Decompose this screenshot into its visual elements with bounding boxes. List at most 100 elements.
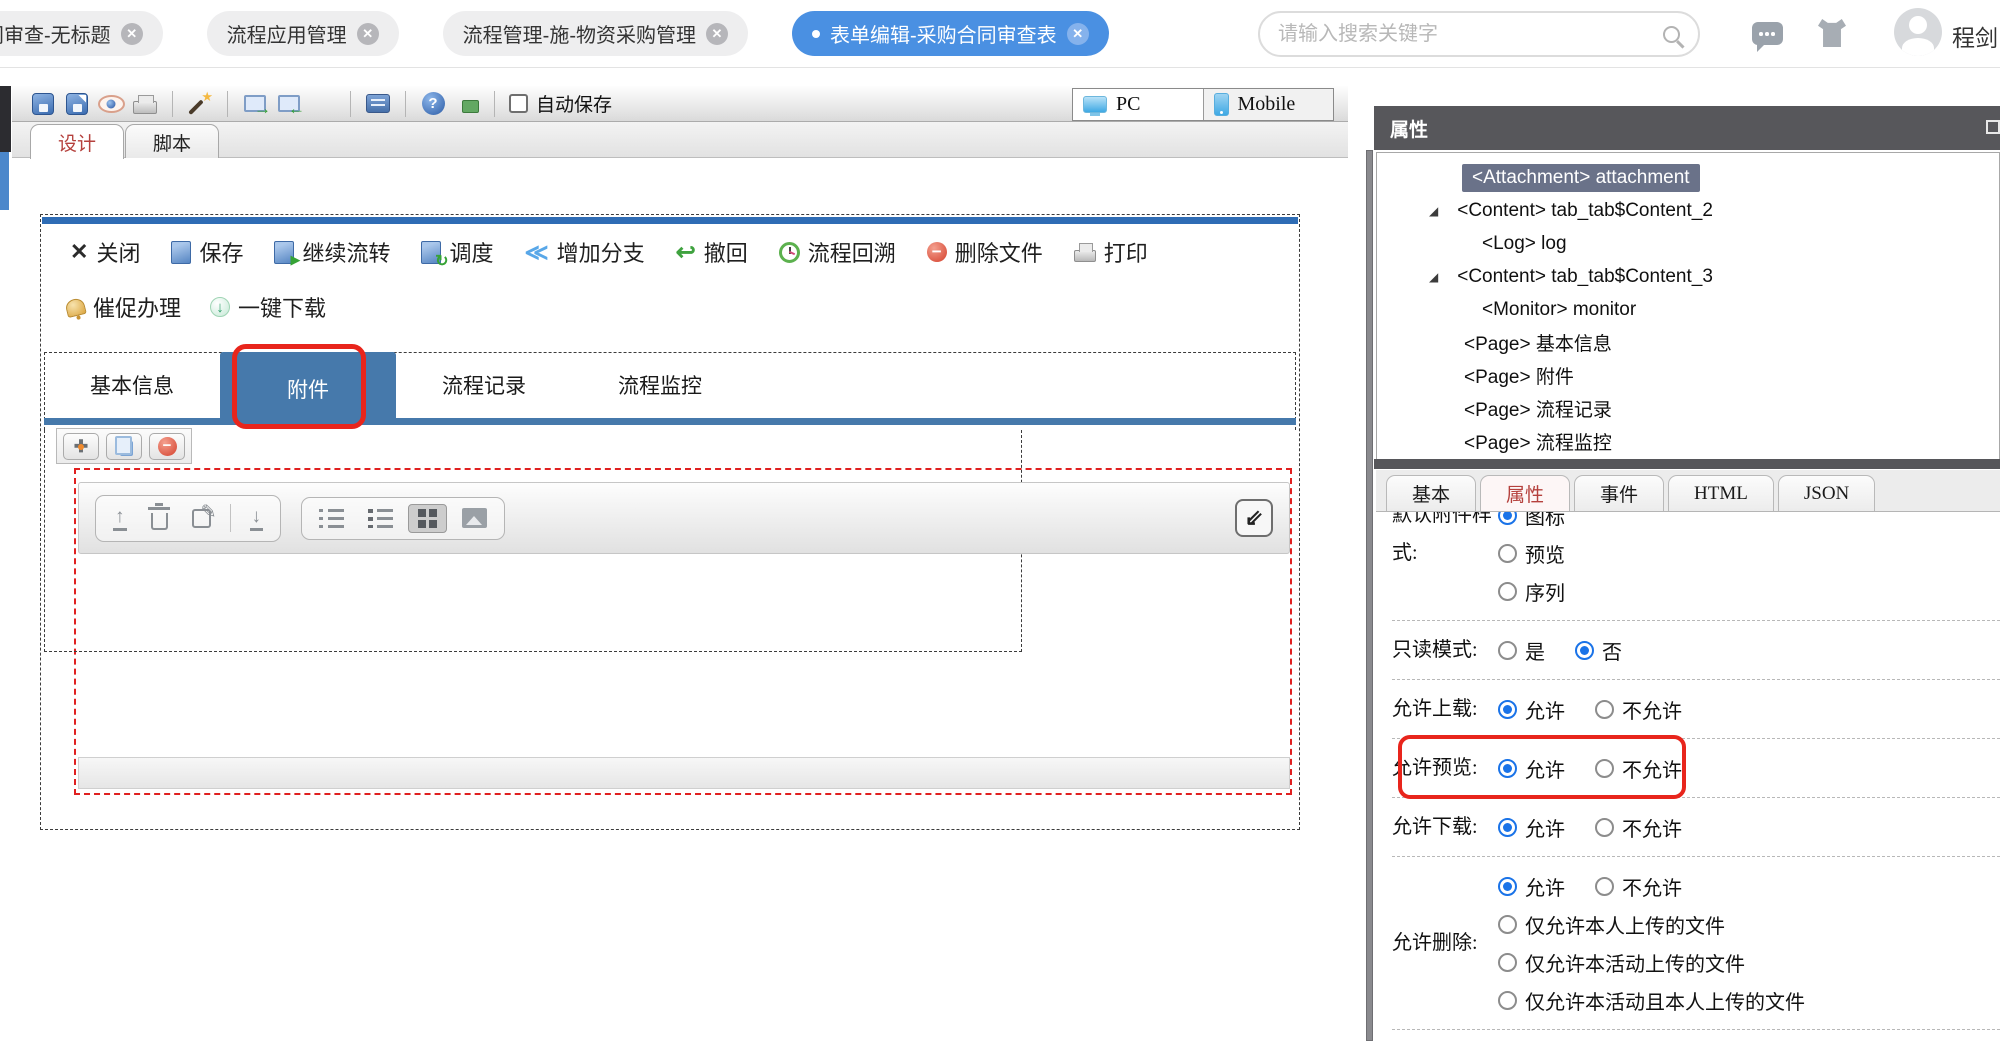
page-tab-attachment[interactable]: 附件 — [220, 352, 396, 425]
print-icon[interactable] — [128, 88, 162, 120]
action-schedule-button[interactable]: 调度 — [421, 236, 493, 268]
radio-selected[interactable] — [1498, 818, 1517, 837]
preview-eye-icon[interactable] — [94, 88, 128, 120]
tree-item[interactable]: <Page> 基本信息 — [1377, 326, 1999, 359]
tree-item[interactable]: <Page> 流程记录 — [1377, 392, 1999, 425]
prop-tab-json[interactable]: JSON — [1778, 475, 1875, 511]
close-icon[interactable]: ✕ — [121, 23, 143, 45]
tree-item[interactable]: <Monitor> monitor — [1377, 293, 1999, 326]
page-tab-flow-record[interactable]: 流程记录 — [396, 352, 572, 418]
radio-option[interactable]: 预览 — [1498, 539, 1565, 568]
radio-option[interactable]: 图标 — [1498, 512, 1565, 530]
layers-icon[interactable] — [450, 88, 484, 120]
download-icon[interactable] — [241, 502, 273, 535]
tree-item[interactable]: <Page> 流程监控 — [1377, 425, 1999, 458]
radio-selected[interactable] — [1498, 877, 1517, 896]
radio-option[interactable]: 允许 — [1498, 813, 1565, 842]
collapse-caret-icon[interactable]: ◢ — [1429, 270, 1438, 284]
radio-unselected[interactable] — [1595, 759, 1614, 778]
import-icon[interactable] — [272, 88, 306, 120]
save-icon[interactable] — [26, 88, 60, 120]
radio-selected[interactable] — [1575, 641, 1594, 660]
save-as-icon[interactable] — [60, 88, 94, 120]
tab-script[interactable]: 脚本 — [125, 124, 219, 159]
top-tab-process-management-material-purchase[interactable]: 流程管理-施-物资采购管理✕ — [443, 11, 748, 56]
prop-tab-events[interactable]: 事件 — [1574, 475, 1664, 511]
search-icon[interactable] — [1663, 26, 1680, 43]
top-tab-form-edit-purchase-contract-review[interactable]: 表单编辑-采购合同审查表✕ — [792, 11, 1109, 56]
radio-unselected[interactable] — [1595, 818, 1614, 837]
remove-widget-button[interactable] — [149, 433, 185, 460]
action-continue-flow-button[interactable]: 继续流转 — [274, 236, 390, 268]
radio-unselected[interactable] — [1498, 915, 1517, 934]
move-widget-button[interactable] — [63, 433, 99, 460]
export-icon[interactable] — [238, 88, 272, 120]
upload-icon[interactable] — [104, 502, 136, 535]
radio-option[interactable]: 否 — [1575, 636, 1622, 665]
bullet-list-icon[interactable] — [310, 505, 353, 532]
top-tab-process-app-management[interactable]: 流程应用管理✕ — [207, 11, 399, 56]
chat-icon[interactable] — [1752, 22, 1783, 45]
autosave-checkbox[interactable] — [509, 94, 528, 113]
radio-selected[interactable] — [1498, 700, 1517, 719]
tab-design[interactable]: 设计 — [30, 124, 124, 159]
radio-option[interactable]: 允许 — [1498, 754, 1565, 783]
help-icon[interactable] — [416, 88, 450, 120]
tree-item[interactable]: ◢<Content> tab_tab$Content_2 — [1377, 194, 1999, 227]
tree-item[interactable]: <Log> log — [1377, 227, 1999, 260]
radio-option[interactable]: 不允许 — [1595, 872, 1682, 901]
close-icon[interactable]: ✕ — [357, 23, 379, 45]
collapse-caret-icon[interactable]: ◢ — [1429, 204, 1438, 218]
copy-widget-button[interactable] — [106, 433, 142, 460]
search-input[interactable] — [1278, 23, 1663, 46]
tree-props-splitter[interactable] — [1374, 459, 2000, 469]
avatar[interactable] — [1894, 8, 1942, 56]
radio-option[interactable]: 不允许 — [1595, 813, 1682, 842]
panel-collapse-icon[interactable] — [1986, 120, 2000, 134]
radio-option[interactable]: 仅允许本活动上传的文件 — [1498, 948, 1745, 977]
prop-tab-html[interactable]: HTML — [1668, 475, 1774, 511]
action-print-button[interactable]: 打印 — [1074, 236, 1148, 268]
trash-icon[interactable] — [142, 502, 177, 534]
radio-option[interactable]: 仅允许本活动且本人上传的文件 — [1498, 986, 1805, 1015]
radio-unselected[interactable] — [1595, 877, 1614, 896]
action-one-key-download-button[interactable]: 一键下载 — [210, 291, 326, 323]
pc-toggle-button[interactable]: PC — [1073, 89, 1204, 120]
action-close-button[interactable]: 关闭 — [70, 236, 140, 268]
radio-unselected[interactable] — [1498, 991, 1517, 1010]
radio-unselected[interactable] — [1498, 641, 1517, 660]
radio-option[interactable]: 不允许 — [1595, 754, 1682, 783]
form-view-icon[interactable] — [361, 88, 395, 120]
radio-option[interactable]: 允许 — [1498, 872, 1565, 901]
radio-unselected[interactable] — [1498, 953, 1517, 972]
dropdown-caret-icon[interactable] — [306, 88, 340, 120]
radio-unselected[interactable] — [1595, 700, 1614, 719]
radio-selected[interactable] — [1498, 512, 1517, 525]
radio-option[interactable]: 仅允许本人上传的文件 — [1498, 910, 1725, 939]
page-tab-flow-monitor[interactable]: 流程监控 — [572, 352, 748, 418]
close-icon[interactable]: ✕ — [1067, 23, 1089, 45]
magic-wand-icon[interactable] — [183, 88, 217, 120]
edit-icon[interactable] — [183, 505, 220, 532]
action-recall-button[interactable]: 撤回 — [676, 236, 748, 268]
action-flow-trace-button[interactable]: 流程回溯 — [779, 236, 896, 268]
radio-unselected[interactable] — [1498, 582, 1517, 601]
import-box-icon[interactable] — [1235, 499, 1273, 537]
tree-item[interactable]: <Page> 附件 — [1377, 359, 1999, 392]
panel-splitter-handle[interactable] — [1366, 150, 1373, 1041]
tree-item[interactable]: ◢<Content> tab_tab$Content_3 — [1377, 260, 1999, 293]
attachment-footer-scrollbar[interactable] — [78, 757, 1290, 789]
grid-view-icon[interactable] — [408, 504, 447, 533]
action-delete-file-button[interactable]: 删除文件 — [927, 236, 1043, 268]
apps-vest-icon[interactable] — [1818, 19, 1846, 47]
page-tab-basic-info[interactable]: 基本信息 — [44, 352, 220, 418]
top-tab-contract-review-untitled[interactable]: 同审查-无标题✕ — [0, 11, 163, 56]
mobile-toggle-button[interactable]: Mobile — [1204, 89, 1334, 120]
action-save-button[interactable]: 保存 — [171, 236, 243, 268]
action-urge-button[interactable]: 催促办理 — [66, 291, 181, 323]
radio-option[interactable]: 序列 — [1498, 577, 1565, 606]
prop-tab-basic[interactable]: 基本 — [1386, 475, 1476, 511]
tree-item[interactable]: <Attachment> attachment — [1377, 161, 1999, 194]
image-icon[interactable] — [453, 504, 496, 532]
radio-option[interactable]: 是 — [1498, 636, 1545, 665]
